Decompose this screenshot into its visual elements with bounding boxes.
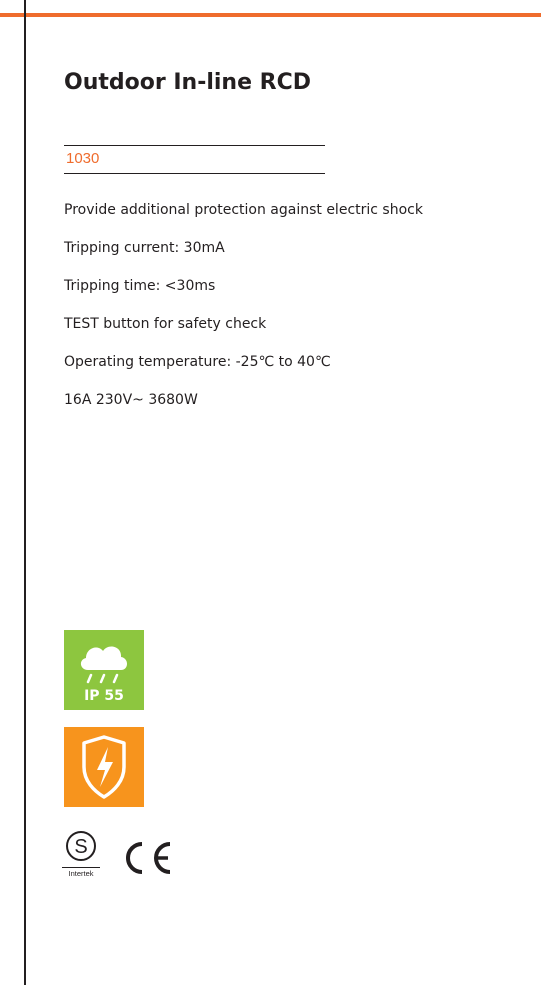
- feature-item: Provide additional protection against el…: [64, 202, 423, 218]
- feature-item: Operating temperature: -25℃ to 40℃: [64, 354, 331, 370]
- feature-item: TEST button for safety check: [64, 316, 267, 332]
- shock-protection-badge: [64, 727, 144, 807]
- ip-rating-label: IP 55: [84, 688, 124, 704]
- code-divider-bottom: [64, 173, 325, 174]
- intertek-label: Intertek: [62, 867, 100, 878]
- feature-item: Tripping current: 30mA: [64, 240, 225, 256]
- intertek-s-mark-icon: S Intertek: [62, 830, 100, 878]
- product-title: Outdoor In-line RCD: [64, 70, 312, 95]
- ce-mark-icon: [126, 842, 171, 874]
- top-accent-rule: [0, 13, 541, 17]
- feature-item: Tripping time: <30ms: [64, 278, 216, 294]
- ip-rating-badge: IP 55: [64, 630, 144, 710]
- shock-protection-shield-icon: [82, 735, 126, 799]
- code-divider-top: [64, 145, 325, 146]
- certification-marks: S Intertek: [62, 830, 192, 890]
- feature-item: 16A 230V~ 3680W: [64, 392, 198, 408]
- left-margin-rule: [24, 0, 26, 985]
- product-code: 1030: [66, 150, 100, 167]
- svg-text:S: S: [74, 836, 87, 858]
- feature-list: Provide additional protection against el…: [64, 201, 423, 429]
